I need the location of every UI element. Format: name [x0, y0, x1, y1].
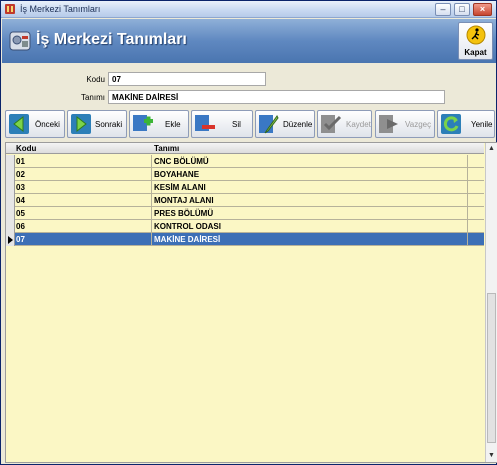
page-title: İş Merkezi Tanımları — [36, 31, 187, 48]
edit-button[interactable]: Düzenle — [255, 110, 315, 138]
row-code: 02 — [16, 170, 25, 179]
scroll-down-icon[interactable]: ▼ — [486, 450, 497, 462]
column-header-name[interactable]: Tanımı — [154, 144, 179, 153]
add-label: Ekle — [165, 120, 181, 129]
cancel-label: Vazgeç — [405, 120, 432, 129]
minus-icon — [195, 115, 215, 131]
app-window: İş Merkezi Tanımları – □ × İş Merkezi Ta… — [0, 0, 497, 465]
delete-label: Sil — [232, 120, 241, 129]
description-field[interactable]: MAKİNE DAİRESİ — [108, 90, 445, 104]
minimize-button[interactable]: – — [435, 3, 451, 16]
row-name: MAKİNE DAİRESİ — [154, 235, 221, 244]
cancel-arrow-icon — [379, 115, 398, 133]
cancel-button[interactable]: Vazgeç — [375, 110, 435, 138]
row-code: 04 — [16, 196, 25, 205]
row-name: MONTAJ ALANI — [154, 196, 214, 205]
refresh-icon — [441, 114, 461, 134]
arrow-right-icon — [71, 114, 91, 134]
scroll-up-icon[interactable]: ▲ — [486, 143, 497, 155]
next-button[interactable]: Sonraki — [67, 110, 127, 138]
row-code: 05 — [16, 209, 25, 218]
title-bar[interactable]: İş Merkezi Tanımları – □ × — [1, 1, 496, 18]
table-row[interactable]: 03 KESİM ALANI — [6, 181, 484, 194]
close-button[interactable]: × — [473, 3, 492, 16]
row-code: 01 — [16, 157, 25, 166]
toolbar: Önceki Sonraki Ekle Sil Düzenle Kaydet V… — [5, 110, 495, 140]
work-center-grid[interactable]: Kodu Tanımı 01 CNC BÖLÜMÜ 02 BOYAHANE 03 — [5, 142, 497, 463]
row-indicator[interactable] — [6, 220, 15, 233]
row-name: CNC BÖLÜMÜ — [154, 157, 209, 166]
scroll-thumb[interactable] — [487, 293, 496, 443]
save-label: Kaydet — [346, 120, 371, 129]
page-header: İş Merkezi Tanımları Kapat — [2, 19, 496, 63]
row-indicator[interactable] — [6, 155, 15, 168]
table-row[interactable]: 04 MONTAJ ALANI — [6, 194, 484, 207]
vertical-scrollbar[interactable]: ▲ ▼ — [485, 143, 497, 462]
table-row[interactable]: 06 KONTROL ODASI — [6, 220, 484, 233]
code-field[interactable]: 07 — [108, 72, 266, 86]
previous-button[interactable]: Önceki — [5, 110, 65, 138]
arrow-left-icon — [9, 114, 29, 134]
delete-button[interactable]: Sil — [191, 110, 253, 138]
row-name: BOYAHANE — [154, 170, 200, 179]
table-row[interactable]: 02 BOYAHANE — [6, 168, 484, 181]
plus-icon — [133, 115, 153, 131]
row-code: 03 — [16, 183, 25, 192]
row-indicator[interactable] — [6, 207, 15, 220]
table-row-selected[interactable]: 07 MAKİNE DAİRESİ — [6, 233, 484, 246]
row-code: 07 — [16, 235, 25, 244]
row-indicator[interactable] — [6, 194, 15, 207]
edit-label: Düzenle — [283, 120, 313, 129]
app-icon — [5, 4, 15, 14]
row-name: KESİM ALANI — [154, 183, 206, 192]
refresh-label: Yenile — [471, 120, 493, 129]
table-row[interactable]: 01 CNC BÖLÜMÜ — [6, 155, 484, 168]
row-code: 06 — [16, 222, 25, 231]
description-label: Tanımı — [80, 93, 105, 102]
code-label: Kodu — [86, 75, 105, 84]
exit-button[interactable]: Kapat — [458, 22, 493, 60]
row-indicator[interactable] — [6, 168, 15, 181]
pencil-icon — [259, 115, 279, 134]
maximize-button[interactable]: □ — [454, 3, 470, 16]
row-indicator-current[interactable] — [6, 233, 15, 246]
exit-icon — [466, 25, 486, 45]
table-row[interactable]: 05 PRES BÖLÜMÜ — [6, 207, 484, 220]
exit-button-label: Kapat — [464, 48, 487, 57]
next-label: Sonraki — [95, 120, 123, 129]
row-name: PRES BÖLÜMÜ — [154, 209, 214, 218]
save-button[interactable]: Kaydet — [317, 110, 372, 138]
row-name: KONTROL ODASI — [154, 222, 221, 231]
refresh-button[interactable]: Yenile — [437, 110, 495, 138]
add-button[interactable]: Ekle — [129, 110, 189, 138]
window-title: İş Merkezi Tanımları — [20, 4, 101, 14]
previous-label: Önceki — [35, 120, 60, 129]
workcenter-icon — [9, 31, 31, 51]
save-check-icon — [321, 115, 342, 133]
grid-header: Kodu Tanımı — [6, 143, 484, 154]
row-indicator[interactable] — [6, 181, 15, 194]
column-header-code[interactable]: Kodu — [16, 144, 36, 153]
